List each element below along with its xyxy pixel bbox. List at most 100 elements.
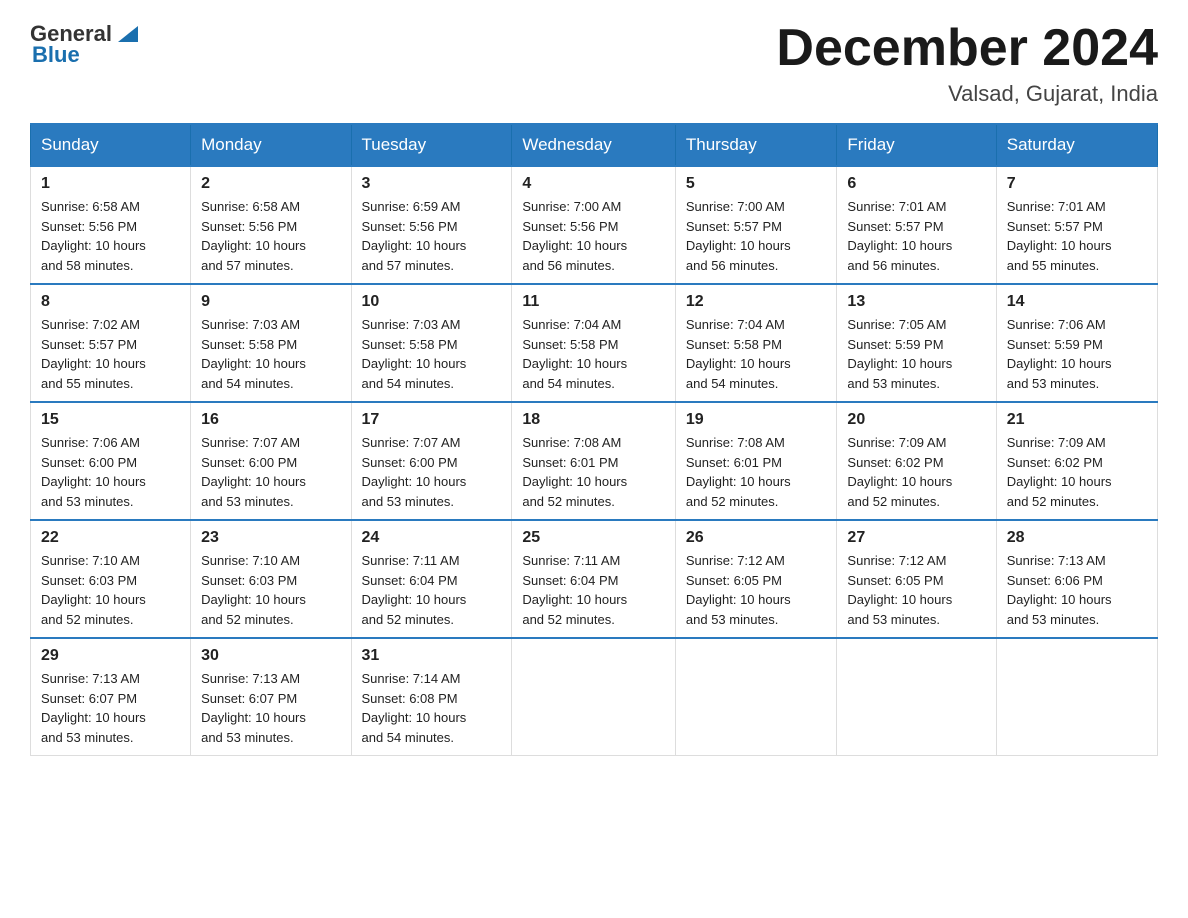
day-cell-24: 24 Sunrise: 7:11 AM Sunset: 6:04 PM Dayli… — [351, 520, 512, 638]
day-info: Sunrise: 7:05 AM Sunset: 5:59 PM Dayligh… — [847, 315, 985, 393]
day-number: 13 — [847, 293, 985, 311]
day-info: Sunrise: 7:12 AM Sunset: 6:05 PM Dayligh… — [686, 551, 827, 629]
day-cell-15: 15 Sunrise: 7:06 AM Sunset: 6:00 PM Dayli… — [31, 402, 191, 520]
empty-cell — [996, 638, 1157, 756]
calendar-table: SundayMondayTuesdayWednesdayThursdayFrid… — [30, 123, 1158, 756]
day-number: 31 — [362, 647, 502, 665]
day-info: Sunrise: 7:04 AM Sunset: 5:58 PM Dayligh… — [522, 315, 665, 393]
day-number: 30 — [201, 647, 340, 665]
day-cell-1: 1Sunrise: 6:58 AM Sunset: 5:56 PM Daylig… — [31, 166, 191, 284]
week-row-2: 8 Sunrise: 7:02 AM Sunset: 5:57 PM Daylig… — [31, 284, 1158, 402]
day-info: Sunrise: 7:07 AM Sunset: 6:00 PM Dayligh… — [201, 433, 340, 511]
day-info: Sunrise: 7:04 AM Sunset: 5:58 PM Dayligh… — [686, 315, 827, 393]
day-number: 3 — [362, 175, 502, 193]
day-cell-20: 20 Sunrise: 7:09 AM Sunset: 6:02 PM Dayli… — [837, 402, 996, 520]
logo: General Blue — [30, 20, 142, 68]
empty-cell — [512, 638, 676, 756]
day-number: 9 — [201, 293, 340, 311]
day-number: 20 — [847, 411, 985, 429]
day-cell-30: 30 Sunrise: 7:13 AM Sunset: 6:07 PM Dayli… — [191, 638, 351, 756]
day-info: Sunrise: 7:14 AM Sunset: 6:08 PM Dayligh… — [362, 669, 502, 747]
day-info: Sunrise: 7:13 AM Sunset: 6:07 PM Dayligh… — [41, 669, 180, 747]
day-cell-14: 14 Sunrise: 7:06 AM Sunset: 5:59 PM Dayli… — [996, 284, 1157, 402]
day-number: 19 — [686, 411, 827, 429]
weekday-header-saturday: Saturday — [996, 124, 1157, 166]
weekday-header-friday: Friday — [837, 124, 996, 166]
page-header: General Blue December 2024 Valsad, Gujar… — [30, 20, 1158, 107]
day-number: 18 — [522, 411, 665, 429]
day-number: 21 — [1007, 411, 1147, 429]
day-cell-6: 6Sunrise: 7:01 AM Sunset: 5:57 PM Daylig… — [837, 166, 996, 284]
day-cell-19: 19 Sunrise: 7:08 AM Sunset: 6:01 PM Dayli… — [675, 402, 837, 520]
day-info: Sunrise: 7:00 AM Sunset: 5:57 PM Dayligh… — [686, 197, 827, 275]
week-row-5: 29Sunrise: 7:13 AM Sunset: 6:07 PM Dayli… — [31, 638, 1158, 756]
day-cell-29: 29Sunrise: 7:13 AM Sunset: 6:07 PM Dayli… — [31, 638, 191, 756]
day-number: 12 — [686, 293, 827, 311]
day-number: 1 — [41, 175, 180, 193]
weekday-header-row: SundayMondayTuesdayWednesdayThursdayFrid… — [31, 124, 1158, 166]
day-info: Sunrise: 6:58 AM Sunset: 5:56 PM Dayligh… — [201, 197, 340, 275]
day-number: 10 — [362, 293, 502, 311]
day-info: Sunrise: 7:13 AM Sunset: 6:07 PM Dayligh… — [201, 669, 340, 747]
day-cell-13: 13 Sunrise: 7:05 AM Sunset: 5:59 PM Dayli… — [837, 284, 996, 402]
day-number: 24 — [362, 529, 502, 547]
day-info: Sunrise: 7:08 AM Sunset: 6:01 PM Dayligh… — [686, 433, 827, 511]
day-number: 28 — [1007, 529, 1147, 547]
day-number: 16 — [201, 411, 340, 429]
day-number: 6 — [847, 175, 985, 193]
day-number: 17 — [362, 411, 502, 429]
day-cell-3: 3 Sunrise: 6:59 AM Sunset: 5:56 PM Daylig… — [351, 166, 512, 284]
day-info: Sunrise: 7:13 AM Sunset: 6:06 PM Dayligh… — [1007, 551, 1147, 629]
weekday-header-monday: Monday — [191, 124, 351, 166]
logo-blue: Blue — [32, 42, 80, 68]
day-cell-16: 16 Sunrise: 7:07 AM Sunset: 6:00 PM Dayli… — [191, 402, 351, 520]
day-info: Sunrise: 7:11 AM Sunset: 6:04 PM Dayligh… — [362, 551, 502, 629]
day-number: 11 — [522, 293, 665, 311]
day-cell-12: 12 Sunrise: 7:04 AM Sunset: 5:58 PM Dayli… — [675, 284, 837, 402]
day-info: Sunrise: 7:12 AM Sunset: 6:05 PM Dayligh… — [847, 551, 985, 629]
day-number: 8 — [41, 293, 180, 311]
day-info: Sunrise: 7:01 AM Sunset: 5:57 PM Dayligh… — [1007, 197, 1147, 275]
weekday-header-tuesday: Tuesday — [351, 124, 512, 166]
day-number: 26 — [686, 529, 827, 547]
day-cell-18: 18Sunrise: 7:08 AM Sunset: 6:01 PM Dayli… — [512, 402, 676, 520]
day-cell-17: 17 Sunrise: 7:07 AM Sunset: 6:00 PM Dayli… — [351, 402, 512, 520]
day-number: 4 — [522, 175, 665, 193]
weekday-header-sunday: Sunday — [31, 124, 191, 166]
week-row-4: 22Sunrise: 7:10 AM Sunset: 6:03 PM Dayli… — [31, 520, 1158, 638]
day-number: 22 — [41, 529, 180, 547]
day-cell-28: 28 Sunrise: 7:13 AM Sunset: 6:06 PM Dayli… — [996, 520, 1157, 638]
day-cell-4: 4Sunrise: 7:00 AM Sunset: 5:56 PM Daylig… — [512, 166, 676, 284]
day-number: 2 — [201, 175, 340, 193]
day-cell-7: 7 Sunrise: 7:01 AM Sunset: 5:57 PM Daylig… — [996, 166, 1157, 284]
day-cell-11: 11 Sunrise: 7:04 AM Sunset: 5:58 PM Dayli… — [512, 284, 676, 402]
day-number: 15 — [41, 411, 180, 429]
day-info: Sunrise: 7:09 AM Sunset: 6:02 PM Dayligh… — [1007, 433, 1147, 511]
day-cell-25: 25Sunrise: 7:11 AM Sunset: 6:04 PM Dayli… — [512, 520, 676, 638]
day-cell-21: 21 Sunrise: 7:09 AM Sunset: 6:02 PM Dayli… — [996, 402, 1157, 520]
day-cell-2: 2 Sunrise: 6:58 AM Sunset: 5:56 PM Daylig… — [191, 166, 351, 284]
day-cell-27: 27 Sunrise: 7:12 AM Sunset: 6:05 PM Dayli… — [837, 520, 996, 638]
day-cell-10: 10 Sunrise: 7:03 AM Sunset: 5:58 PM Dayli… — [351, 284, 512, 402]
week-row-3: 15 Sunrise: 7:06 AM Sunset: 6:00 PM Dayli… — [31, 402, 1158, 520]
day-number: 23 — [201, 529, 340, 547]
day-info: Sunrise: 7:09 AM Sunset: 6:02 PM Dayligh… — [847, 433, 985, 511]
day-info: Sunrise: 7:03 AM Sunset: 5:58 PM Dayligh… — [201, 315, 340, 393]
day-number: 7 — [1007, 175, 1147, 193]
day-number: 14 — [1007, 293, 1147, 311]
month-title: December 2024 — [776, 20, 1158, 77]
day-cell-23: 23Sunrise: 7:10 AM Sunset: 6:03 PM Dayli… — [191, 520, 351, 638]
day-cell-8: 8 Sunrise: 7:02 AM Sunset: 5:57 PM Daylig… — [31, 284, 191, 402]
day-info: Sunrise: 7:02 AM Sunset: 5:57 PM Dayligh… — [41, 315, 180, 393]
day-info: Sunrise: 7:07 AM Sunset: 6:00 PM Dayligh… — [362, 433, 502, 511]
empty-cell — [675, 638, 837, 756]
day-info: Sunrise: 6:59 AM Sunset: 5:56 PM Dayligh… — [362, 197, 502, 275]
day-info: Sunrise: 7:06 AM Sunset: 6:00 PM Dayligh… — [41, 433, 180, 511]
day-cell-9: 9 Sunrise: 7:03 AM Sunset: 5:58 PM Daylig… — [191, 284, 351, 402]
weekday-header-wednesday: Wednesday — [512, 124, 676, 166]
day-info: Sunrise: 7:06 AM Sunset: 5:59 PM Dayligh… — [1007, 315, 1147, 393]
day-info: Sunrise: 7:03 AM Sunset: 5:58 PM Dayligh… — [362, 315, 502, 393]
day-number: 27 — [847, 529, 985, 547]
day-cell-5: 5Sunrise: 7:00 AM Sunset: 5:57 PM Daylig… — [675, 166, 837, 284]
empty-cell — [837, 638, 996, 756]
